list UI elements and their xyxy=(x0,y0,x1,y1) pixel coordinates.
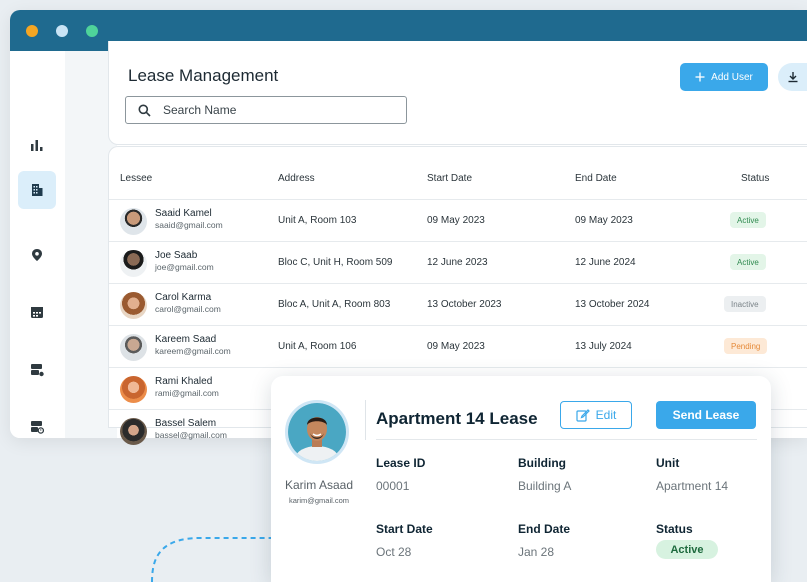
lease-id-label: Lease ID xyxy=(376,456,426,470)
divider xyxy=(376,439,757,440)
status-label: Status xyxy=(656,522,693,536)
edit-label: Edit xyxy=(595,408,617,422)
unit-label: Unit xyxy=(656,456,680,470)
divider xyxy=(365,400,366,440)
send-lease-button[interactable]: Send Lease xyxy=(656,401,756,429)
person-email: karim@gmail.com xyxy=(288,496,350,505)
lease-id-value: 00001 xyxy=(376,479,410,493)
lease-title: Apartment 14 Lease xyxy=(376,409,538,428)
lease-detail-card: Karim Asaad karim@gmail.com Apartment 14… xyxy=(271,376,771,582)
start-date-value: Oct 28 xyxy=(376,545,412,559)
status-badge: Active xyxy=(656,540,718,559)
avatar xyxy=(285,400,349,464)
end-date-label: End Date xyxy=(518,522,571,536)
building-label: Building xyxy=(518,456,566,470)
edit-button[interactable]: Edit xyxy=(560,401,632,429)
end-date-value: Jan 28 xyxy=(518,545,555,559)
person-name: Karim Asaad xyxy=(284,478,354,492)
building-value: Building A xyxy=(518,479,572,493)
unit-value: Apartment 14 xyxy=(656,479,729,493)
start-date-label: Start Date xyxy=(376,522,433,536)
edit-icon xyxy=(576,409,590,422)
